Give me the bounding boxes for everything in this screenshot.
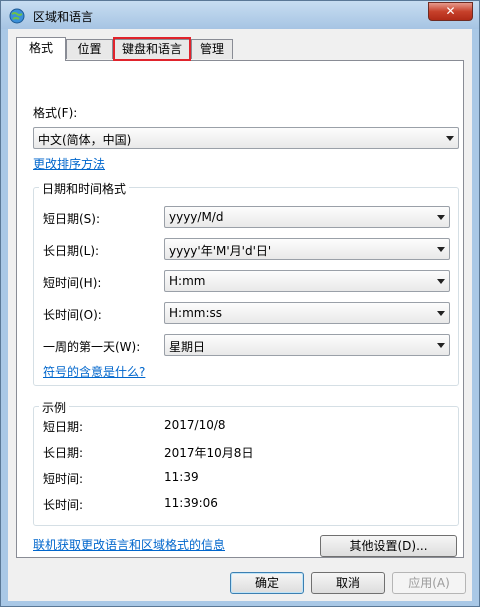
short-date-label: 短日期(S): [43,212,101,226]
example-short-time-label: 短时间: [43,472,84,486]
first-day-of-week-dropdown[interactable]: 星期日 [164,334,450,356]
short-time-label: 短时间(H): [43,276,102,290]
first-day-of-week-value: 星期日 [169,340,206,354]
chevron-down-icon [437,215,445,220]
chevron-down-icon [437,279,445,284]
chevron-down-icon [437,247,445,252]
region-language-window: 区域和语言 ✕ 格式 位置 键盘和语言 管理 格式(F): 中文(简体，中国) … [0,0,480,607]
change-sort-link[interactable]: 更改排序方法 [33,155,105,172]
first-day-of-week-label: 一周的第一天(W): [43,340,141,354]
ok-button[interactable]: 确定 [230,572,304,594]
tab-label: 格式 [28,41,53,55]
globe-icon [9,8,25,24]
tab-administrative[interactable]: 管理 [191,39,233,59]
example-long-date-label: 长日期: [43,446,84,460]
example-short-date-value: 2017/10/8 [164,418,226,432]
example-long-date-value: 2017年10月8日 [164,446,254,460]
examples-group [33,406,459,526]
date-time-group-title: 日期和时间格式 [39,180,130,197]
chevron-down-icon [437,343,445,348]
short-date-dropdown[interactable]: yyyy/M/d [164,206,450,228]
window-title: 区域和语言 [33,10,94,24]
online-info-link[interactable]: 联机获取更改语言和区域格式的信息 [33,536,225,553]
example-short-time-value: 11:39 [164,470,199,484]
title-bar[interactable]: 区域和语言 ✕ [1,1,479,29]
red-highlight-box [113,37,191,61]
close-button[interactable]: ✕ [428,2,473,21]
format-label: 格式(F): [33,106,78,120]
example-long-time-value: 11:39:06 [164,496,218,510]
cancel-button[interactable]: 取消 [311,572,385,594]
long-time-value: H:mm:ss [169,306,222,320]
long-time-dropdown[interactable]: H:mm:ss [164,302,450,324]
short-time-value: H:mm [169,274,206,288]
format-tab-panel: 格式(F): 中文(简体，中国) 更改排序方法 日期和时间格式 短日期(S): … [16,60,464,558]
examples-group-title: 示例 [39,399,70,416]
tab-format[interactable]: 格式 [16,37,66,61]
example-long-time-label: 长时间: [43,498,84,512]
long-date-label: 长日期(L): [43,244,100,258]
tab-location[interactable]: 位置 [66,39,113,59]
tab-label: 位置 [77,42,102,56]
additional-settings-button[interactable]: 其他设置(D)... [320,535,457,557]
long-date-dropdown[interactable]: yyyy'年'M'月'd'日' [164,238,450,260]
format-dropdown-value: 中文(简体，中国) [38,133,132,147]
format-dropdown[interactable]: 中文(简体，中国) [33,127,459,149]
short-time-dropdown[interactable]: H:mm [164,270,450,292]
example-short-date-label: 短日期: [43,420,84,434]
tab-label: 管理 [199,42,224,56]
chevron-down-icon [437,311,445,316]
short-date-value: yyyy/M/d [169,210,224,224]
long-date-value: yyyy'年'M'月'd'日' [169,244,272,258]
apply-button[interactable]: 应用(A) [392,572,466,594]
chevron-down-icon [446,136,454,141]
dialog-client-area: 格式 位置 键盘和语言 管理 格式(F): 中文(简体，中国) 更改排序方法 日… [8,29,472,601]
symbols-meaning-link[interactable]: 符号的含意是什么? [43,363,145,380]
close-icon: ✕ [445,4,456,18]
long-time-label: 长时间(O): [43,308,102,322]
